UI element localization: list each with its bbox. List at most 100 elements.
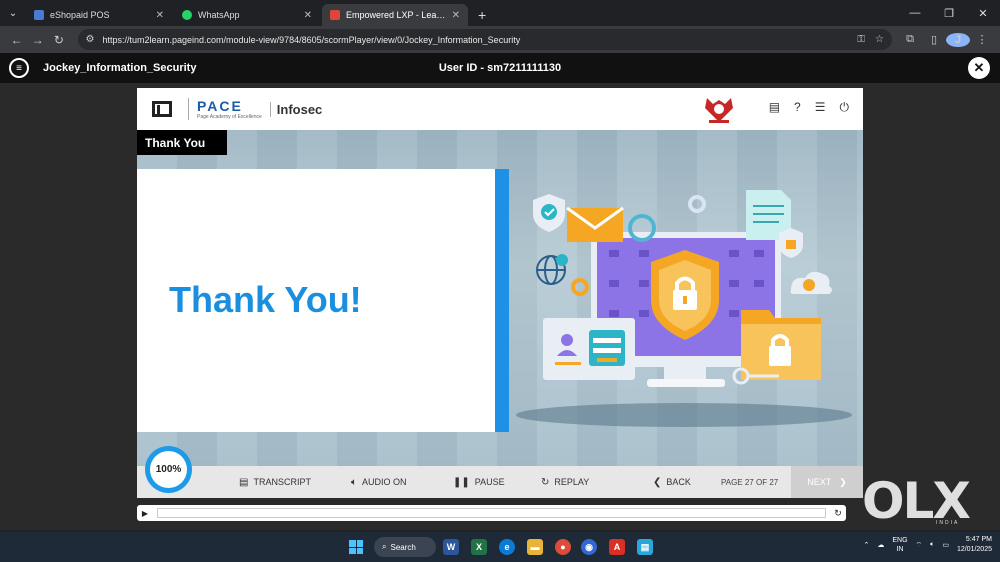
next-button[interactable]: NEXT ❯ — [791, 466, 863, 498]
whatsapp-favicon-icon — [182, 10, 192, 20]
accent-bar — [495, 169, 509, 432]
pause-label: PAUSE — [474, 477, 505, 487]
windows-start-icon[interactable] — [349, 540, 363, 554]
profile-avatar[interactable]: J — [946, 32, 971, 47]
clock-time: 5:47 PM — [965, 536, 992, 543]
browser-app-icon[interactable]: ◉ — [581, 539, 597, 555]
course-progress-indicator: 100% — [145, 446, 192, 493]
weather-cloud-icon[interactable]: ☁ — [877, 541, 884, 549]
tab-title: Empowered LXP - Learning Expe — [346, 10, 448, 20]
taskbar-search[interactable]: ⌕ Search — [374, 537, 436, 557]
pause-icon: ❚❚ — [453, 476, 470, 488]
volume-icon[interactable]: 🔈︎ — [930, 541, 934, 549]
edge-icon[interactable]: e — [499, 539, 515, 555]
media-seek-bar[interactable]: ▶ ↻ — [137, 505, 846, 521]
transcript-label: TRANSCRIPT — [253, 477, 311, 487]
close-window-icon[interactable]: ✕ — [966, 0, 1000, 26]
audio-label: AUDIO ON — [362, 477, 407, 487]
window-controls: — ❐ ✕ — [898, 0, 1000, 26]
input-language[interactable]: ENG IN — [892, 536, 907, 554]
pace-logo-subtext: Page Academy of Excellence — [197, 114, 262, 120]
tab-title: eShopaid POS — [50, 10, 110, 20]
word-icon[interactable]: W — [443, 539, 459, 555]
menu-icon[interactable]: ≡ — [9, 58, 29, 78]
pace-logo-text: PACE — [197, 98, 243, 114]
new-tab-button[interactable]: + — [470, 4, 494, 26]
tab-search-chevron-icon[interactable]: ⌄ — [0, 0, 26, 26]
player-header: ≡ Jockey_Information_Security User ID - … — [0, 53, 1000, 83]
olx-watermark-sub: INDIA — [936, 520, 960, 526]
close-tab-icon[interactable]: ✕ — [156, 10, 164, 21]
close-tab-icon[interactable]: ✕ — [304, 10, 312, 21]
audio-toggle-button[interactable]: 🔈︎ AUDIO ON — [351, 466, 407, 498]
browser-tab-strip: ⌄ eShopaid POS ✕ WhatsApp ✕ Empowered LX… — [0, 0, 1000, 26]
section-title: Infosec — [269, 101, 322, 117]
course-controls: ▤ TRANSCRIPT 🔈︎ AUDIO ON ❚❚ PAUSE ↻ REPL… — [137, 466, 863, 498]
more-menu-icon[interactable]: ⋮ — [970, 33, 994, 46]
security-mascot-icon — [705, 98, 733, 123]
wifi-icon[interactable]: ⌔ — [916, 541, 923, 550]
show-hidden-icons-icon[interactable]: ⌃ — [863, 541, 869, 549]
clock[interactable]: 5:47 PM 12/01/2025 — [957, 535, 992, 555]
reload-icon[interactable]: ↻ — [48, 29, 69, 51]
replay-icon: ↻ — [541, 476, 550, 488]
jockey-logo-icon — [152, 101, 172, 117]
resources-icon[interactable]: ▤ — [769, 100, 780, 115]
close-tab-icon[interactable]: ✕ — [452, 10, 460, 21]
transcript-icon: ▤ — [239, 476, 249, 488]
replay-button[interactable]: ↻ REPLAY — [541, 466, 589, 498]
notepad-icon[interactable]: ▤ — [637, 539, 653, 555]
extensions-icon[interactable]: ⧉ — [898, 33, 922, 46]
sidebar-icon[interactable]: ▯ — [922, 33, 946, 46]
restart-icon[interactable]: ↻ — [830, 508, 846, 519]
eshopaid-favicon-icon — [34, 10, 44, 20]
pdf-reader-icon[interactable]: A — [609, 539, 625, 555]
tab-eshopaid[interactable]: eShopaid POS ✕ — [26, 4, 172, 26]
pace-logo: PACE Page Academy of Excellence — [188, 98, 262, 120]
battery-icon[interactable]: ▭ — [942, 541, 949, 549]
site-info-icon[interactable]: ⚙ — [86, 34, 95, 45]
thank-you-card: Thank You! — [137, 169, 495, 432]
back-arrow-icon[interactable]: ← — [6, 29, 27, 51]
chrome-icon[interactable]: ● — [555, 539, 571, 555]
course-frame: PACE Page Academy of Excellence Infosec … — [137, 88, 863, 498]
seek-track[interactable] — [157, 508, 826, 518]
search-icon: ⌕ — [382, 542, 387, 551]
play-icon[interactable]: ▶ — [137, 509, 153, 518]
menu-list-icon[interactable]: ☰ — [815, 100, 826, 115]
power-exit-icon[interactable]: ⏻ — [840, 100, 850, 115]
transcript-button[interactable]: ▤ TRANSCRIPT — [239, 466, 311, 498]
speaker-icon: 🔈︎ — [351, 476, 357, 488]
tab-whatsapp[interactable]: WhatsApp ✕ — [174, 4, 320, 26]
pause-button[interactable]: ❚❚ PAUSE — [453, 466, 505, 498]
course-header: PACE Page Academy of Excellence Infosec … — [137, 88, 863, 130]
next-label: NEXT — [807, 477, 832, 487]
replay-label: REPLAY — [554, 477, 590, 487]
lxp-favicon-icon — [330, 10, 340, 20]
progress-percent: 100% — [150, 451, 187, 488]
password-key-icon[interactable]: ⚿ — [857, 34, 865, 45]
file-explorer-icon[interactable]: ▬ — [527, 539, 543, 555]
chevron-right-icon: ❯ — [839, 476, 847, 487]
thank-you-headline: Thank You! — [169, 279, 362, 320]
excel-icon[interactable]: X — [471, 539, 487, 555]
close-player-icon[interactable]: ✕ — [968, 57, 990, 79]
url-text[interactable]: https://tum2learn.pageind.com/module-vie… — [102, 35, 847, 45]
bookmark-star-icon[interactable]: ☆ — [875, 34, 884, 45]
system-tray: ⌃ ☁ ENG IN ⌔ 🔈︎ ▭ 5:47 PM 12/01/2025 — [863, 535, 992, 555]
search-label: Search — [390, 542, 416, 552]
minimize-icon[interactable]: — — [898, 0, 932, 26]
back-button[interactable]: ❮ BACK — [653, 466, 691, 498]
chevron-left-icon: ❮ — [653, 476, 662, 488]
forward-arrow-icon[interactable]: → — [27, 29, 48, 51]
tab-empowered-lxp[interactable]: Empowered LXP - Learning Expe ✕ — [322, 4, 468, 26]
maximize-icon[interactable]: ❐ — [932, 0, 966, 26]
course-title: Jockey_Information_Security — [43, 62, 197, 74]
help-icon[interactable]: ? — [794, 100, 801, 115]
olx-watermark: OLX — [862, 472, 971, 530]
page-indicator: PAGE 27 OF 27 — [721, 477, 779, 487]
address-bar[interactable]: ⚙ https://tum2learn.pageind.com/module-v… — [77, 29, 893, 50]
back-label: BACK — [666, 477, 691, 487]
slide-title-tab: Thank You — [137, 130, 227, 155]
windows-taskbar: ⌕ Search W X e ▬ ● ◉ A ▤ ⌃ ☁ ENG IN ⌔ 🔈︎ … — [0, 532, 1000, 562]
